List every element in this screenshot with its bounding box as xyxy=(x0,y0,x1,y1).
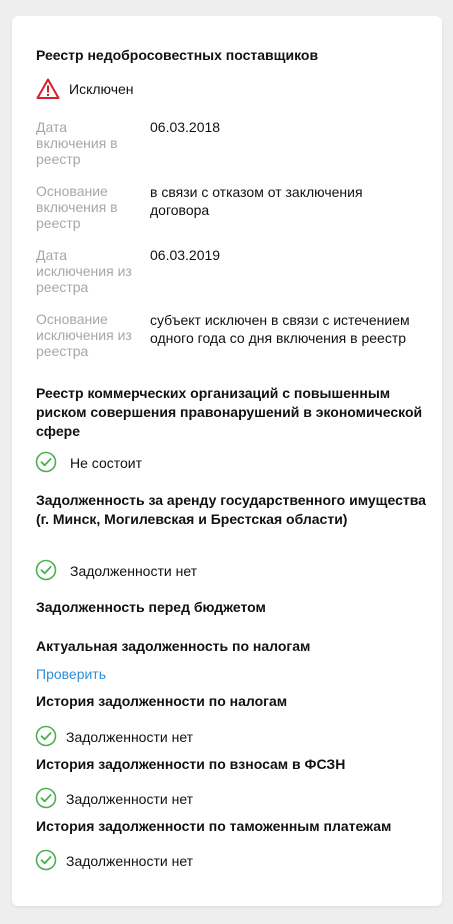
rent-debt-status: Задолженности нет xyxy=(70,563,198,579)
check-circle-icon xyxy=(35,787,57,809)
inclusion-reason-label: Основание включения в реестр xyxy=(36,183,118,231)
fszn-debt-history-status: Задолженности нет xyxy=(66,791,194,807)
exclusion-date-value: 06.03.2019 xyxy=(150,247,221,263)
check-circle-icon xyxy=(35,725,57,747)
rent-debt-title: Задолженность за аренду государственного… xyxy=(36,492,426,527)
tax-debt-history-title: История задолженности по налогам xyxy=(36,693,288,709)
fszn-debt-history-title: История задолженности по взносам в ФСЗН xyxy=(36,756,346,772)
unfair-suppliers-title: Реестр недобросовестных поставщиков xyxy=(36,47,319,63)
high-risk-register-status: Не состоит xyxy=(70,455,143,471)
customs-debt-history-title: История задолженности по таможенным плат… xyxy=(36,818,392,834)
company-checks-card: Реестр недобросовестных поставщиков Искл… xyxy=(12,16,442,906)
unfair-suppliers-status: Исключен xyxy=(69,81,134,97)
inclusion-date-label: Дата включения в реестр xyxy=(36,119,118,167)
customs-debt-history-status: Задолженности нет xyxy=(66,853,194,869)
check-circle-icon xyxy=(35,849,57,871)
exclusion-reason-value: субъект исключен в связи с истечением од… xyxy=(150,312,410,346)
high-risk-register-title: Реестр коммерческих организаций с повыше… xyxy=(36,385,423,439)
check-circle-icon xyxy=(35,559,57,581)
check-tax-debt-link[interactable]: Проверить xyxy=(36,665,106,683)
current-tax-debt-title: Актуальная задолженность по налогам xyxy=(36,638,311,654)
check-circle-icon xyxy=(35,451,57,473)
exclusion-date-label: Дата исключения из реестра xyxy=(36,247,132,295)
inclusion-date-value: 06.03.2018 xyxy=(150,119,221,135)
budget-debt-title: Задолженность перед бюджетом xyxy=(36,599,266,615)
warning-icon xyxy=(36,78,60,99)
inclusion-reason-value: в связи с отказом от заключения договора xyxy=(150,184,363,218)
tax-debt-history-status: Задолженности нет xyxy=(66,729,194,745)
exclusion-reason-label: Основание исключения из реестра xyxy=(36,311,132,359)
